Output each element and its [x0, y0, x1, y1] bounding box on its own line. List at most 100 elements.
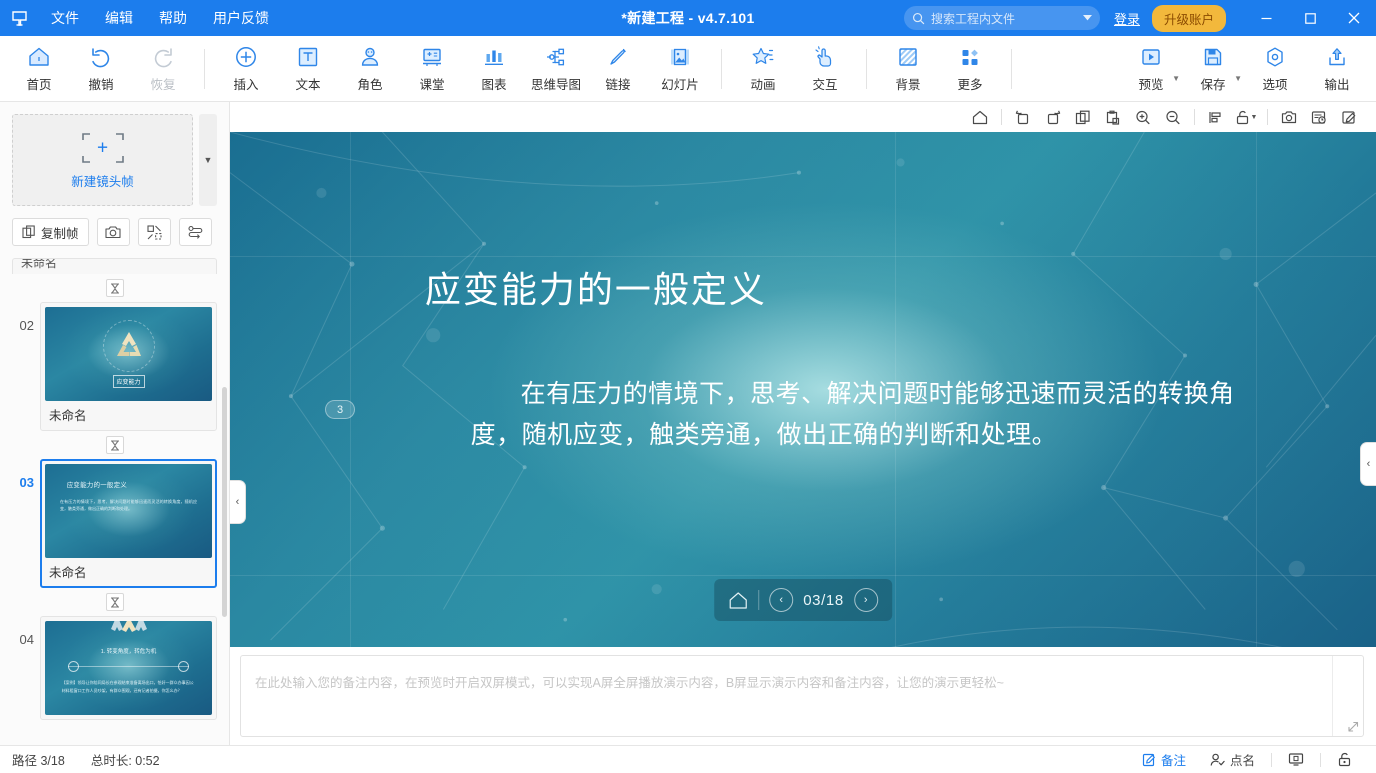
thumbnail-image: 应变能力	[45, 307, 212, 401]
rotate-left-icon[interactable]	[1008, 105, 1038, 129]
lock-button[interactable]	[1325, 748, 1364, 772]
unlock-icon[interactable]: ▼	[1231, 105, 1261, 129]
slide-thumbnail-04[interactable]: 1. 转变角度，转危为机 【案例】领导让你陪同局长在参观结束准备离场出口，恰好一…	[40, 616, 217, 720]
next-slide-button[interactable]: ›	[853, 588, 878, 612]
ribbon-export-button[interactable]: 输出	[1306, 39, 1368, 99]
undo-icon	[89, 44, 113, 70]
list-item-partial[interactable]: 未命名	[12, 258, 217, 274]
slide-canvas[interactable]: 应变能力的一般定义 在有压力的情境下，思考、解决问题时能够迅速而灵活的转换角度，…	[230, 132, 1376, 647]
snapshot-icon[interactable]	[1274, 105, 1304, 129]
divider	[1320, 752, 1321, 767]
ribbon-interaction-button[interactable]: 交互	[794, 39, 856, 99]
edit-note-icon[interactable]	[1334, 105, 1364, 129]
bar-chart-icon	[483, 44, 505, 70]
paste-icon[interactable]	[1098, 105, 1128, 129]
home-outline-icon[interactable]	[965, 105, 995, 129]
collapse-right-panel-button[interactable]: ‹	[1360, 442, 1376, 486]
search-placeholder: 搜索工程内文件	[930, 11, 1015, 26]
notes-input[interactable]: 在此处输入您的备注内容，在预览时开启双屏模式，可以实现A屏全屏播放演示内容，B屏…	[240, 655, 1364, 737]
collapse-left-panel-button[interactable]: ‹	[230, 480, 246, 524]
slide-body-text[interactable]: 在有压力的情境下，思考、解决问题时能够迅速而灵活的转换角度，随机应变，触类旁通，…	[471, 374, 1285, 455]
ribbon-home-button[interactable]: 首页	[8, 39, 70, 99]
copy-icon[interactable]	[1068, 105, 1098, 129]
status-bar: 路径 3/18 总时长: 0:52 备注 点名	[0, 745, 1376, 773]
frame-badge[interactable]: 3	[325, 400, 355, 419]
align-icon[interactable]	[1201, 105, 1231, 129]
ribbon-more-button[interactable]: 更多	[939, 39, 1001, 99]
slide-name[interactable]: 未命名	[45, 558, 212, 583]
new-camera-frame-button[interactable]: + 新建镜头帧	[12, 114, 193, 206]
slide-title-text[interactable]: 应变能力的一般定义	[425, 261, 767, 313]
slide-thumbnail-02[interactable]: 应变能力 未命名	[40, 302, 217, 431]
thumbnail-list[interactable]: 未命名 02 应变能力 未命名 03 应变能力的一般定义 在有压力的情境下，思考…	[0, 258, 229, 745]
zoom-in-icon[interactable]	[1128, 105, 1158, 129]
home-outline-icon[interactable]	[728, 591, 748, 610]
menu-item-edit[interactable]: 编辑	[92, 0, 146, 36]
ribbon-text-button[interactable]: 文本	[277, 39, 339, 99]
menu-item-file[interactable]: 文件	[38, 0, 92, 36]
reorder-path-button[interactable]	[178, 218, 212, 246]
notes-area: 在此处输入您的备注内容，在预览时开启双屏模式，可以实现A屏全屏播放演示内容，B屏…	[230, 647, 1376, 745]
duration-indicator: 总时长: 0:52	[90, 754, 160, 768]
hourglass-transition-icon[interactable]	[105, 436, 124, 454]
plus-circle-icon	[234, 44, 258, 70]
canvas[interactable]: 应变能力的一般定义 在有压力的情境下，思考、解决问题时能够迅速而灵活的转换角度，…	[230, 132, 1376, 647]
ribbon-link-button[interactable]: 链接	[587, 39, 649, 99]
ribbon-label: 恢复	[150, 78, 176, 92]
list-item-selected[interactable]: 03 应变能力的一般定义 在有压力的情境下，思考、解决问题时能够迅速而灵活的转换…	[12, 459, 217, 588]
camera-button[interactable]	[96, 218, 130, 246]
chevron-down-icon[interactable]	[1082, 15, 1092, 21]
ribbon-options-button[interactable]: 选项	[1244, 39, 1306, 99]
chevron-down-icon[interactable]: ▼	[1172, 74, 1180, 83]
close-icon[interactable]	[1332, 0, 1376, 36]
ribbon-undo-button[interactable]: 撤销	[70, 39, 132, 99]
ribbon-label: 链接	[605, 78, 631, 92]
app-logo-icon[interactable]	[0, 0, 38, 36]
ribbon-slide-button[interactable]: 幻灯片	[649, 39, 711, 99]
slide-name[interactable]: 未命名	[45, 401, 212, 426]
ribbon-label: 选项	[1262, 78, 1288, 92]
redo-icon	[151, 44, 175, 70]
chevron-down-icon[interactable]: ▼	[1251, 114, 1258, 121]
search-input[interactable]: 搜索工程内文件	[903, 6, 1100, 30]
hourglass-transition-icon[interactable]	[105, 593, 124, 611]
minimize-icon[interactable]	[1244, 0, 1288, 36]
divider	[1271, 752, 1272, 767]
fit-frame-button[interactable]	[137, 218, 171, 246]
ribbon-preview-button[interactable]: 预览 ▼	[1120, 39, 1182, 99]
resize-handle-icon[interactable]	[1347, 721, 1359, 733]
list-item[interactable]: 04 1. 转变角度，转危为机 【案例】领导让你陪同局长在参观结束准备离场出口，…	[12, 616, 217, 720]
notes-toggle-button[interactable]: 备注	[1130, 748, 1198, 772]
thumbnail-title: 1. 转变角度，转危为机	[100, 649, 157, 656]
menu-item-feedback[interactable]: 用户反馈	[200, 0, 282, 36]
panel-scrollbar[interactable]	[222, 387, 227, 617]
prev-slide-button[interactable]: ‹	[769, 588, 794, 612]
maximize-icon[interactable]	[1288, 0, 1332, 36]
ribbon-mindmap-button[interactable]: 思维导图	[525, 39, 587, 99]
rotate-right-icon[interactable]	[1038, 105, 1068, 129]
fit-frame-icon	[146, 224, 162, 240]
timeline-record-icon[interactable]	[1304, 105, 1334, 129]
caret-down-icon[interactable]: ▼	[199, 114, 217, 206]
ribbon-insert-button[interactable]: 插入	[215, 39, 277, 99]
slide-thumbnail-03[interactable]: 应变能力的一般定义 在有压力的情境下，思考、解决问题时能够迅速而灵活的转换角度，…	[40, 459, 217, 588]
menu-item-help[interactable]: 帮助	[146, 0, 200, 36]
ribbon-save-button[interactable]: 保存 ▼	[1182, 39, 1244, 99]
zoom-out-icon[interactable]	[1158, 105, 1188, 129]
login-link[interactable]: 登录	[1114, 9, 1140, 28]
ribbon-background-button[interactable]: 背景	[877, 39, 939, 99]
thumbnail-node-left	[68, 661, 80, 673]
upgrade-account-button[interactable]: 升级账户	[1151, 4, 1226, 32]
dual-screen-button[interactable]	[1276, 748, 1316, 772]
ribbon-classroom-button[interactable]: 课堂	[401, 39, 463, 99]
list-item[interactable]: 02 应变能力 未命名	[12, 302, 217, 431]
ribbon-chart-button[interactable]: 图表	[463, 39, 525, 99]
chevron-down-icon[interactable]: ▼	[1234, 74, 1242, 83]
copy-frame-button[interactable]: 复制帧	[12, 218, 89, 246]
hourglass-transition-icon[interactable]	[105, 279, 124, 297]
ribbon-animation-button[interactable]: 动画	[732, 39, 794, 99]
ribbon-redo-button[interactable]: 恢复	[132, 39, 194, 99]
ribbon-character-button[interactable]: 角色	[339, 39, 401, 99]
rollcall-button[interactable]: 点名	[1198, 748, 1267, 772]
new-frame-crosshair: +	[80, 131, 126, 165]
